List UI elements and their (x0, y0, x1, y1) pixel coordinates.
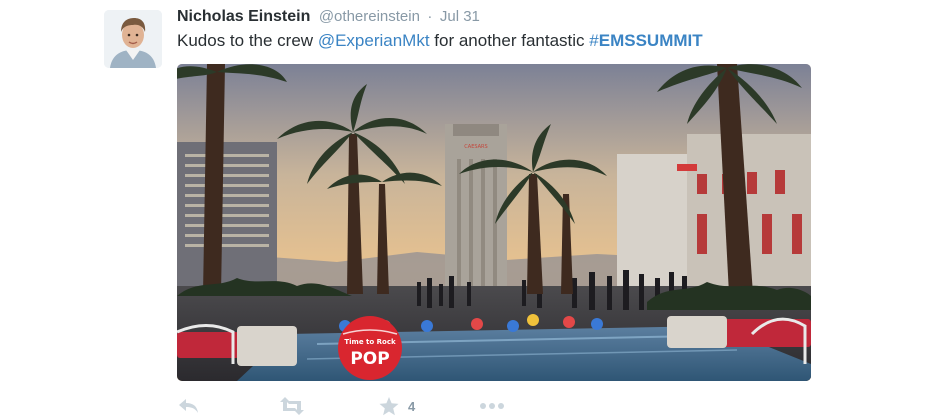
separator-dot: · (427, 8, 433, 25)
tweet-text-middle: for another fantastic (429, 31, 590, 50)
mention-link[interactable]: @ExperianMkt (318, 31, 430, 50)
tweet-date[interactable]: Jul 31 (440, 8, 480, 25)
tweet-text-prefix: Kudos to the crew (177, 31, 318, 50)
tweet-text: Kudos to the crew @ExperianMkt for anoth… (177, 30, 703, 52)
tweet: Nicholas Einstein @othereinstein · Jul 3… (0, 0, 930, 420)
retweet-icon (280, 397, 304, 415)
tweet-header: Nicholas Einstein @othereinstein · Jul 3… (177, 6, 480, 28)
hashtag-link[interactable]: #EMSSUMMIT (589, 31, 702, 50)
building-sign: CAESARS (464, 144, 487, 150)
favorite-button[interactable]: 4 (379, 396, 415, 416)
more-icon (480, 403, 504, 409)
favorite-count: 4 (408, 398, 416, 414)
ball-text-bottom: POP (350, 349, 389, 369)
ball-text-top: Time to Rock (344, 338, 396, 346)
author-handle[interactable]: @othereinstein (319, 8, 420, 25)
reply-icon (179, 399, 198, 413)
author-name[interactable]: Nicholas Einstein (177, 8, 310, 25)
reply-button[interactable] (177, 396, 199, 416)
hashtag-text: EMSSUMMIT (598, 31, 703, 50)
hashtag-symbol: # (589, 31, 599, 50)
tweet-photo[interactable]: CAESARS Time to Rock POP (177, 64, 811, 381)
retweet-button[interactable] (278, 396, 306, 416)
more-button[interactable] (479, 396, 505, 416)
avatar[interactable] (104, 10, 162, 68)
star-icon (379, 396, 399, 415)
